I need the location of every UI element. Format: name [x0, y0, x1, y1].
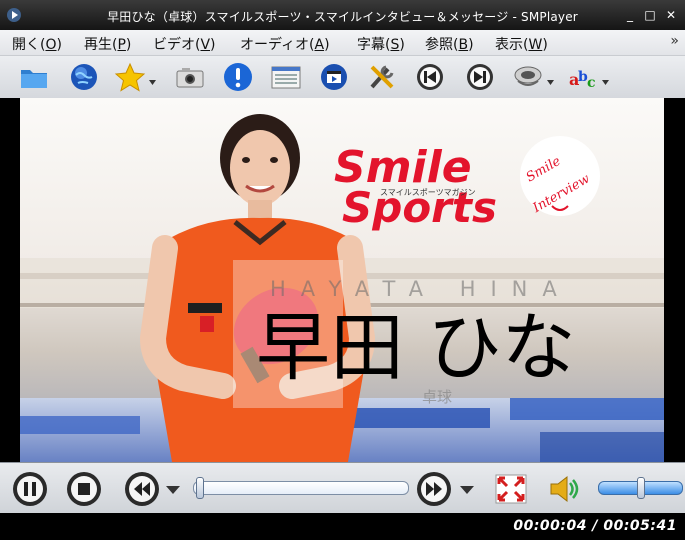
- screenshot-camera-icon[interactable]: [174, 61, 206, 93]
- volume-slider[interactable]: [598, 477, 683, 499]
- menu-video[interactable]: ビデオ(V): [153, 34, 216, 54]
- toolbar: a b c: [0, 56, 685, 99]
- maximize-button[interactable]: □: [643, 8, 657, 22]
- subtitles-dropdown-icon[interactable]: [602, 80, 609, 86]
- menu-browse[interactable]: 参照(B): [425, 34, 474, 54]
- preferences-tools-icon[interactable]: [366, 61, 398, 93]
- menu-subtitles[interactable]: 字幕(S): [357, 34, 405, 54]
- forward-button[interactable]: [416, 471, 452, 507]
- audio-dropdown-icon[interactable]: [547, 80, 554, 86]
- rewind-button[interactable]: [124, 471, 160, 507]
- menu-view[interactable]: 表示(W): [495, 34, 548, 54]
- audio-speaker-icon[interactable]: [512, 61, 544, 93]
- globe-icon[interactable]: [68, 61, 100, 93]
- video-frame[interactable]: HAYATA HINA 早田 ひな 卓球 Smile Sports スマイルスポ…: [20, 98, 664, 462]
- video-area[interactable]: HAYATA HINA 早田 ひな 卓球 Smile Sports スマイルスポ…: [0, 98, 685, 462]
- title-bar: 早田ひな（卓球）スマイルスポーツ・スマイルインタビュー＆メッセージ - SMPl…: [0, 0, 685, 30]
- stop-button[interactable]: [66, 471, 102, 507]
- volume-slider-handle[interactable]: [637, 477, 645, 499]
- menu-more-button[interactable]: »: [670, 33, 679, 49]
- window-title: 早田ひな（卓球）スマイルスポーツ・スマイルインタビュー＆メッセージ - SMPl…: [107, 10, 578, 24]
- previous-icon[interactable]: [414, 61, 446, 93]
- favorites-star-icon[interactable]: [114, 61, 146, 93]
- subtitles-abc-icon[interactable]: a b c: [568, 61, 600, 93]
- time-display: 00:00:04 / 00:05:41: [513, 518, 677, 534]
- media-info-icon[interactable]: [318, 61, 350, 93]
- menu-open[interactable]: 開く(O): [12, 34, 62, 54]
- menu-bar: 開く(O) 再生(P) ビデオ(V) オーディオ(A) 字幕(S) 参照(B) …: [0, 30, 685, 56]
- sport-label: 卓球: [422, 388, 452, 406]
- favorites-dropdown-icon[interactable]: [149, 80, 156, 86]
- forward-dropdown-icon[interactable]: [460, 486, 474, 494]
- playlist-icon[interactable]: [270, 61, 302, 93]
- video-scene: HAYATA HINA 早田 ひな 卓球 Smile Sports スマイルスポ…: [20, 98, 664, 462]
- folder-icon[interactable]: [18, 61, 50, 93]
- rewind-dropdown-icon[interactable]: [166, 486, 180, 494]
- next-icon[interactable]: [464, 61, 496, 93]
- status-bar: 00:00:04 / 00:05:41: [0, 513, 685, 540]
- seek-slider-handle[interactable]: [196, 477, 204, 499]
- romaji-name: HAYATA HINA: [270, 277, 572, 301]
- menu-play[interactable]: 再生(P): [84, 34, 131, 54]
- minimize-button[interactable]: _: [623, 8, 637, 22]
- fullscreen-button[interactable]: [493, 471, 529, 507]
- info-icon[interactable]: [222, 61, 254, 93]
- player-name: 早田 ひな: [256, 305, 576, 391]
- pause-button[interactable]: [12, 471, 48, 507]
- seek-slider[interactable]: [193, 477, 409, 499]
- menu-audio[interactable]: オーディオ(A): [240, 34, 330, 54]
- svg-text:c: c: [587, 75, 596, 91]
- close-button[interactable]: ✕: [664, 8, 678, 22]
- logo-subtitle: スマイルスポーツマガジン: [380, 187, 476, 197]
- volume-speaker-icon[interactable]: [545, 471, 581, 507]
